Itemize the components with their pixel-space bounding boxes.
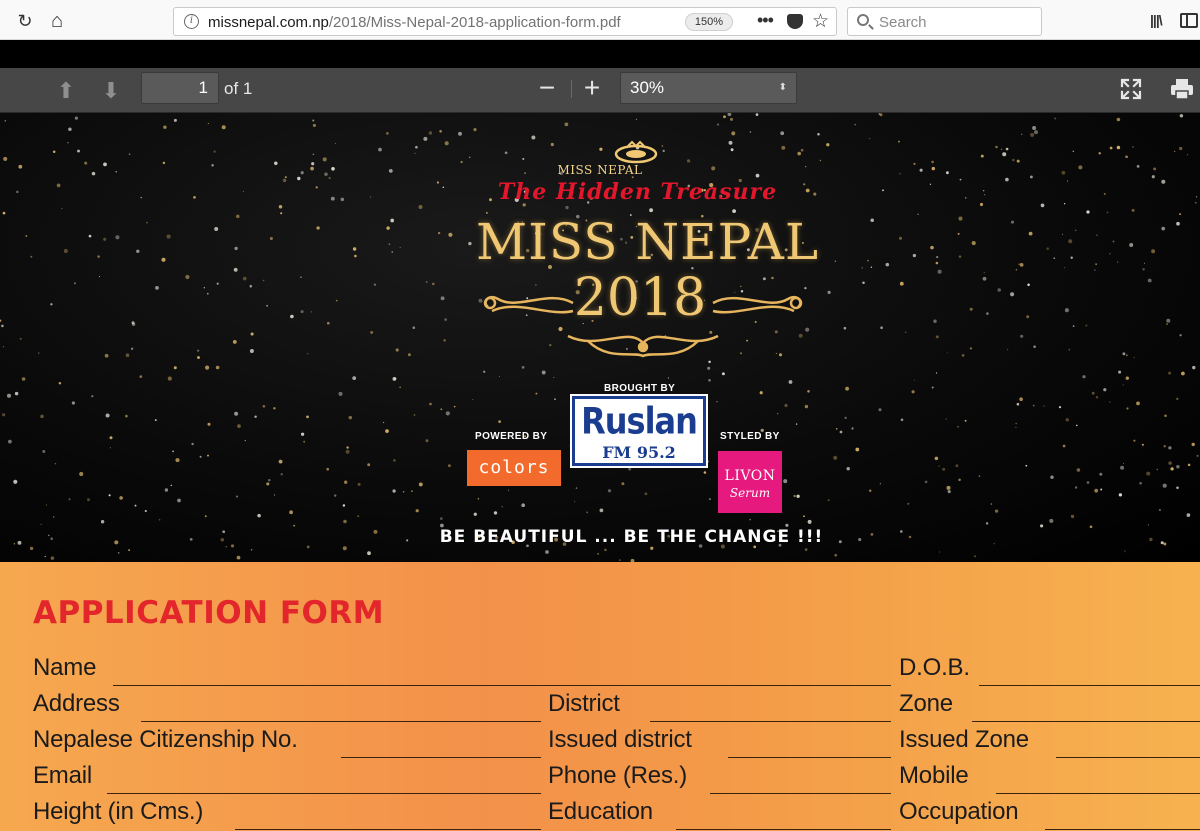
field-label: Issued district <box>548 726 692 753</box>
phone-input-line[interactable] <box>710 792 891 794</box>
field-label: Name <box>33 654 97 681</box>
page-count-label: of 1 <box>224 79 253 98</box>
occupation-field[interactable]: Occupation <box>899 798 1200 831</box>
citizenship-input-line[interactable] <box>341 756 541 758</box>
citizenship-field[interactable]: Nepalese Citizenship No. <box>33 726 541 762</box>
pdf-page: MISS NEPAL The Hidden Treasure MISS NEPA… <box>0 113 1200 831</box>
banner-image: MISS NEPAL The Hidden Treasure MISS NEPA… <box>0 113 1200 562</box>
brought-by-label: BROUGHT BY <box>604 383 676 394</box>
issued-zone-field[interactable]: Issued Zone <box>899 726 1200 762</box>
form-row: Nepalese Citizenship No. Issued district… <box>0 726 1200 762</box>
field-label: Education <box>548 798 653 825</box>
email-input-line[interactable] <box>107 792 541 794</box>
sidebar-icon[interactable] <box>1180 13 1198 28</box>
address-field[interactable]: Address <box>33 690 541 726</box>
url-bar[interactable]: i missnepal.com.np/2018/Miss-Nepal-2018-… <box>173 7 837 36</box>
home-icon[interactable]: ⌂ <box>46 10 68 32</box>
field-label: Occupation <box>899 798 1019 825</box>
site-info-icon[interactable]: i <box>184 14 199 29</box>
field-label: Mobile <box>899 762 969 789</box>
form-row: Address District Zone <box>0 690 1200 726</box>
zone-input-line[interactable] <box>972 720 1200 722</box>
colors-logo: colors <box>467 450 561 486</box>
form-row: Height (in Cms.) Education Occupation <box>0 798 1200 831</box>
livon-logo-name: LIVON <box>724 468 776 484</box>
district-input-line[interactable] <box>650 720 891 722</box>
issued-district-field[interactable]: Issued district <box>548 726 891 762</box>
select-caret-icon: ⬍ <box>778 82 787 93</box>
banner-tagline: BE BEAUTIFUL ... BE THE CHANGE !!! <box>439 527 824 547</box>
height-field[interactable]: Height (in Cms.) <box>33 798 541 831</box>
ruslan-logo: Ruslan FM 95.2 <box>570 394 708 468</box>
zoom-select-value: 30% <box>630 78 665 97</box>
field-label: District <box>548 690 620 717</box>
field-label: Email <box>33 762 93 789</box>
toolbar-separator <box>571 80 572 98</box>
url-path: /2018/Miss-Nepal-2018-application-form.p… <box>328 14 621 31</box>
banner-year: 2018 <box>573 268 707 328</box>
form-title: APPLICATION FORM <box>33 595 385 631</box>
zone-field[interactable]: Zone <box>899 690 1200 726</box>
ruslan-logo-frequency: FM 95.2 <box>602 443 676 462</box>
library-icon[interactable]: |||\ <box>1150 12 1163 28</box>
height-input-line[interactable] <box>235 828 541 830</box>
field-label: Issued Zone <box>899 726 1029 753</box>
education-field[interactable]: Education <box>548 798 891 831</box>
toolbar-gap <box>0 40 1200 68</box>
page-actions-icon[interactable]: ••• <box>757 10 774 31</box>
livon-logo: LIVON Serum <box>718 451 782 513</box>
zoom-out-button[interactable]: − <box>535 73 559 103</box>
banner-subtitle: The Hidden Treasure <box>497 179 778 205</box>
form-row: Name D.O.B. <box>0 654 1200 690</box>
powered-by-label: POWERED BY <box>475 431 548 442</box>
field-label: D.O.B. <box>899 654 970 681</box>
mobile-field[interactable]: Mobile <box>899 762 1200 798</box>
ruslan-logo-name: Ruslan <box>581 399 698 443</box>
presentation-mode-icon[interactable] <box>1120 78 1142 100</box>
phone-field[interactable]: Phone (Res.) <box>548 762 891 798</box>
education-input-line[interactable] <box>676 828 891 830</box>
address-input-line[interactable] <box>141 720 541 722</box>
field-label: Height (in Cms.) <box>33 798 204 825</box>
banner-title: MISS NEPAL <box>475 213 820 271</box>
field-label: Address <box>33 690 120 717</box>
zoom-level-badge[interactable]: 150% <box>685 13 733 31</box>
pocket-icon[interactable] <box>787 14 803 29</box>
name-input-line[interactable] <box>113 684 891 686</box>
email-field[interactable]: Email <box>33 762 541 798</box>
pdf-toolbar: ⬆ ⬇ 1 of 1 − + 30% ⬍ <box>0 68 1200 113</box>
styled-by-label: STYLED BY <box>720 431 780 442</box>
miss-nepal-small-logo: MISS NEPAL <box>557 163 643 177</box>
occupation-input-line[interactable] <box>1045 828 1200 830</box>
form-row: Email Phone (Res.) Mobile <box>0 762 1200 798</box>
next-page-icon[interactable]: ⬇ <box>98 78 124 104</box>
field-label: Phone (Res.) <box>548 762 687 789</box>
crown-logo-icon <box>614 140 658 164</box>
name-field[interactable]: Name <box>33 654 891 690</box>
previous-page-icon[interactable]: ⬆ <box>53 78 79 104</box>
issued-district-input-line[interactable] <box>728 756 891 758</box>
district-field[interactable]: District <box>548 690 891 726</box>
search-input[interactable]: Search <box>879 14 927 31</box>
print-icon[interactable] <box>1170 78 1194 100</box>
zoom-select[interactable]: 30% ⬍ <box>620 72 797 104</box>
search-bar[interactable]: Search <box>847 7 1042 36</box>
dob-field[interactable]: D.O.B. <box>899 654 1200 690</box>
browser-toolbar: ↻ ⌂ i missnepal.com.np/2018/Miss-Nepal-2… <box>0 0 1200 40</box>
application-form: APPLICATION FORM Name D.O.B. Address Dis… <box>0 562 1200 831</box>
url-domain: missnepal.com.np <box>208 14 329 31</box>
livon-logo-sub: Serum <box>729 486 771 500</box>
reload-icon[interactable]: ↻ <box>14 10 36 32</box>
issued-zone-input-line[interactable] <box>1056 756 1200 758</box>
zoom-in-button[interactable]: + <box>580 73 604 103</box>
url-text[interactable]: missnepal.com.np/2018/Miss-Nepal-2018-ap… <box>208 14 621 31</box>
field-label: Zone <box>899 690 953 717</box>
mobile-input-line[interactable] <box>996 792 1200 794</box>
dob-input-line[interactable] <box>979 684 1200 686</box>
search-icon <box>857 14 869 26</box>
page-number-input[interactable]: 1 <box>141 72 219 104</box>
field-label: Nepalese Citizenship No. <box>33 726 298 753</box>
bookmark-star-icon[interactable]: ☆ <box>812 10 829 33</box>
